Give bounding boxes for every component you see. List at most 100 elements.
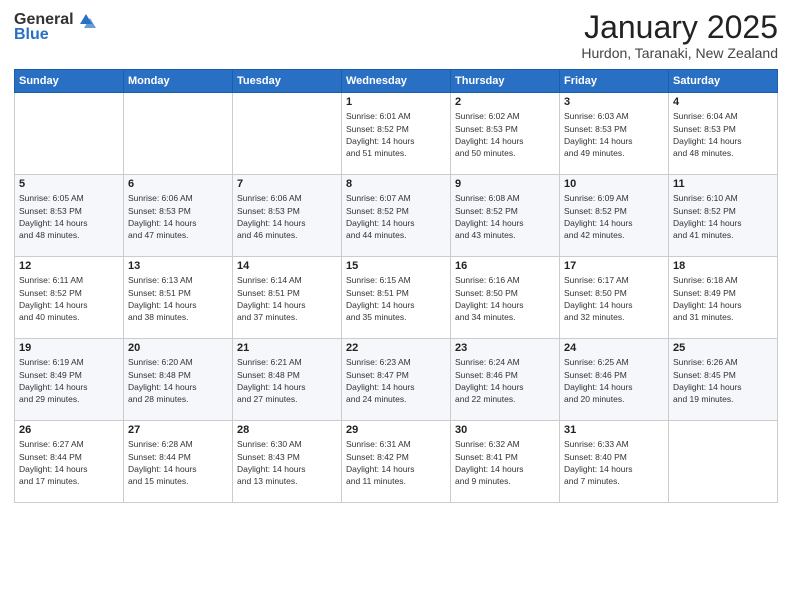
day-info-line: and 22 minutes.	[455, 394, 515, 404]
day-number: 20	[128, 342, 228, 354]
table-row: 17Sunrise: 6:17 AMSunset: 8:50 PMDayligh…	[560, 257, 669, 339]
day-info-line: Daylight: 14 hours	[673, 382, 742, 392]
day-info-line: Daylight: 14 hours	[673, 218, 742, 228]
day-info: Sunrise: 6:05 AMSunset: 8:53 PMDaylight:…	[19, 192, 119, 241]
day-number: 23	[455, 342, 555, 354]
day-number: 17	[564, 260, 664, 272]
day-info: Sunrise: 6:28 AMSunset: 8:44 PMDaylight:…	[128, 438, 228, 487]
day-info-line: Daylight: 14 hours	[455, 218, 524, 228]
table-row: 1Sunrise: 6:01 AMSunset: 8:52 PMDaylight…	[342, 93, 451, 175]
day-info-line: and 31 minutes.	[673, 312, 733, 322]
table-row: 6Sunrise: 6:06 AMSunset: 8:53 PMDaylight…	[124, 175, 233, 257]
day-info-line: Daylight: 14 hours	[237, 300, 306, 310]
day-info-line: Daylight: 14 hours	[19, 382, 88, 392]
day-info-line: Daylight: 14 hours	[564, 464, 633, 474]
table-row: 28Sunrise: 6:30 AMSunset: 8:43 PMDayligh…	[233, 421, 342, 503]
day-info-line: Sunset: 8:53 PM	[564, 124, 627, 134]
day-info-line: Sunset: 8:48 PM	[237, 370, 300, 380]
table-row: 20Sunrise: 6:20 AMSunset: 8:48 PMDayligh…	[124, 339, 233, 421]
table-row: 29Sunrise: 6:31 AMSunset: 8:42 PMDayligh…	[342, 421, 451, 503]
day-info-line: and 40 minutes.	[19, 312, 79, 322]
day-info-line: and 13 minutes.	[237, 476, 297, 486]
day-number: 21	[237, 342, 337, 354]
month-title: January 2025	[581, 10, 778, 45]
calendar-week-3: 12 Sunrise: 6:11 AMSunset: 8:52 PMDayligh…	[15, 257, 778, 339]
day-info-line: and 17 minutes.	[19, 476, 79, 486]
day-info: Sunrise: 6:07 AMSunset: 8:52 PMDaylight:…	[346, 192, 446, 241]
day-info-line: Sunset: 8:46 PM	[455, 370, 518, 380]
day-info-line: Sunrise: 6:06 AM	[128, 193, 193, 203]
day-info-line: Sunrise: 6:15 AM	[346, 275, 411, 285]
day-info-line: Sunrise: 6:08 AM	[455, 193, 520, 203]
table-row: 24Sunrise: 6:25 AMSunset: 8:46 PMDayligh…	[560, 339, 669, 421]
day-info: Sunrise: 6:30 AMSunset: 8:43 PMDaylight:…	[237, 438, 337, 487]
day-info: Sunrise: 6:20 AMSunset: 8:48 PMDaylight:…	[128, 356, 228, 405]
table-row: 12 Sunrise: 6:11 AMSunset: 8:52 PMDayligh…	[15, 257, 124, 339]
day-info-line: and 20 minutes.	[564, 394, 624, 404]
col-sunday: Sunday	[15, 70, 124, 93]
day-info-line: Daylight: 14 hours	[346, 300, 415, 310]
day-info-line: Sunrise: 6:30 AM	[237, 439, 302, 449]
day-info-line: and 46 minutes.	[237, 230, 297, 240]
day-number: 4	[673, 96, 773, 108]
page: General Blue January 2025 Hurdon, Tarana…	[0, 0, 792, 612]
day-number: 26	[19, 424, 119, 436]
day-number: 3	[564, 96, 664, 108]
day-info-line: Sunrise: 6:14 AM	[237, 275, 302, 285]
day-info-line: and 37 minutes.	[237, 312, 297, 322]
day-info-line: Daylight: 14 hours	[564, 136, 633, 146]
table-row	[15, 93, 124, 175]
table-row: 15Sunrise: 6:15 AMSunset: 8:51 PMDayligh…	[342, 257, 451, 339]
day-info-line: Daylight: 14 hours	[237, 218, 306, 228]
day-info-line: Daylight: 14 hours	[128, 464, 197, 474]
day-info-line: and 48 minutes.	[673, 148, 733, 158]
day-number: 5	[19, 178, 119, 190]
day-info: Sunrise: 6:26 AMSunset: 8:45 PMDaylight:…	[673, 356, 773, 405]
day-info: Sunrise: 6:31 AMSunset: 8:42 PMDaylight:…	[346, 438, 446, 487]
day-info: Sunrise: 6:18 AMSunset: 8:49 PMDaylight:…	[673, 274, 773, 323]
day-info-line: Sunset: 8:48 PM	[128, 370, 191, 380]
day-number: 30	[455, 424, 555, 436]
day-info-line: and 27 minutes.	[237, 394, 297, 404]
table-row: 11Sunrise: 6:10 AMSunset: 8:52 PMDayligh…	[669, 175, 778, 257]
day-info-line: Sunrise: 6:33 AM	[564, 439, 629, 449]
col-tuesday: Tuesday	[233, 70, 342, 93]
day-info-line: Sunset: 8:52 PM	[455, 206, 518, 216]
day-info-line: Daylight: 14 hours	[19, 464, 88, 474]
day-number: 8	[346, 178, 446, 190]
col-saturday: Saturday	[669, 70, 778, 93]
table-row: 14Sunrise: 6:14 AMSunset: 8:51 PMDayligh…	[233, 257, 342, 339]
table-row	[124, 93, 233, 175]
table-row: 9 Sunrise: 6:08 AM Sunset: 8:52 PM Daylight…	[451, 175, 560, 257]
day-info-line: Sunrise: 6:20 AM	[128, 357, 193, 367]
day-info-line: Sunrise: 6:01 AM	[346, 111, 411, 121]
day-info: Sunrise: 6:27 AMSunset: 8:44 PMDaylight:…	[19, 438, 119, 487]
day-info-line: Sunset: 8:51 PM	[237, 288, 300, 298]
day-number: 22	[346, 342, 446, 354]
day-info-line: Sunset: 8:41 PM	[455, 452, 518, 462]
table-row: 8 Sunrise: 6:07 AMSunset: 8:52 PMDaylight…	[342, 175, 451, 257]
day-info-line: Daylight: 14 hours	[128, 218, 197, 228]
day-info-line: Sunrise: 6:17 AM	[564, 275, 629, 285]
day-info: Sunrise: 6:01 AMSunset: 8:52 PMDaylight:…	[346, 110, 446, 159]
day-info-line: Daylight: 14 hours	[237, 382, 306, 392]
day-info-line: and 11 minutes.	[346, 476, 406, 486]
day-info-line: and 19 minutes.	[673, 394, 733, 404]
day-info-line: Sunrise: 6:27 AM	[19, 439, 84, 449]
day-info: Sunrise: 6:25 AMSunset: 8:46 PMDaylight:…	[564, 356, 664, 405]
header: General Blue January 2025 Hurdon, Tarana…	[14, 10, 778, 61]
day-info-line: and 7 minutes.	[564, 476, 620, 486]
table-row: 13Sunrise: 6:13 AMSunset: 8:51 PMDayligh…	[124, 257, 233, 339]
logo-icon	[76, 10, 96, 30]
day-info: Sunrise: 6:13 AMSunset: 8:51 PMDaylight:…	[128, 274, 228, 323]
day-info: Sunrise: 6:24 AMSunset: 8:46 PMDaylight:…	[455, 356, 555, 405]
day-info: Sunrise: 6:10 AMSunset: 8:52 PMDaylight:…	[673, 192, 773, 241]
day-number: 9	[455, 178, 555, 190]
day-number: 25	[673, 342, 773, 354]
day-info: Sunrise: 6:11 AMSunset: 8:52 PMDaylight:…	[19, 274, 119, 323]
day-number: 12	[19, 260, 119, 272]
day-number: 15	[346, 260, 446, 272]
calendar-week-4: 19Sunrise: 6:19 AMSunset: 8:49 PMDayligh…	[15, 339, 778, 421]
logo: General Blue	[14, 10, 96, 44]
table-row	[233, 93, 342, 175]
